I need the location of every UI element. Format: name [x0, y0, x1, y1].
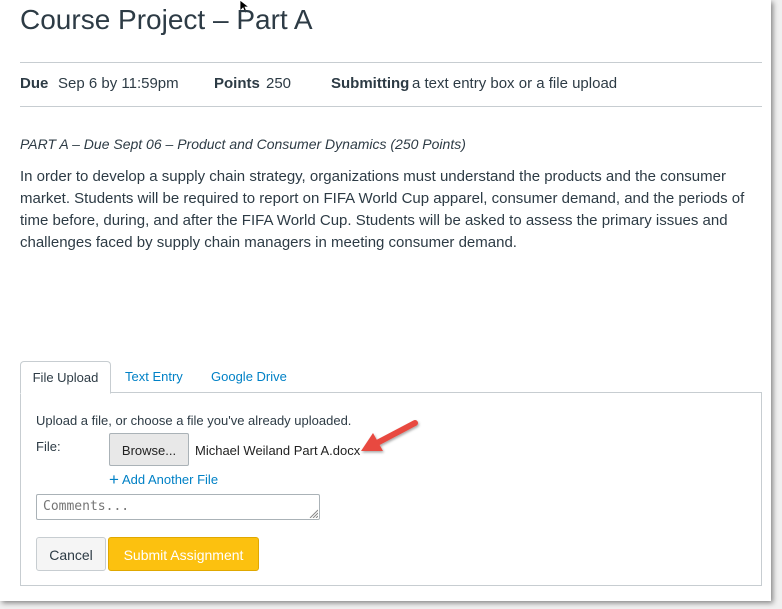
page-title: Course Project – Part A [20, 4, 313, 35]
tab-google-drive[interactable]: Google Drive [211, 361, 287, 392]
submitting-value: a text entry box or a file upload [412, 75, 618, 92]
plus-icon: + [109, 470, 119, 489]
resize-grip-icon[interactable] [308, 508, 318, 518]
add-another-file-label: Add Another File [121, 472, 219, 487]
divider-top [20, 62, 762, 63]
tab-text-entry[interactable]: Text Entry [125, 361, 183, 392]
due-value: Sep 6 by 11:59pm [58, 75, 179, 92]
annotation-arrow-icon [361, 420, 418, 451]
submit-assignment-button[interactable]: Submit Assignment [108, 537, 259, 571]
assignment-description: In order to develop a supply chain strat… [20, 168, 745, 251]
points-value: 250 [266, 75, 292, 92]
file-label: File: [36, 439, 61, 454]
comments-input[interactable] [36, 494, 320, 520]
add-another-file-link[interactable]: + Add Another File [109, 470, 218, 490]
assignment-page: Course Project – Part A Due Sep 6 by 11:… [0, 0, 771, 601]
cancel-button[interactable]: Cancel [36, 537, 106, 571]
selected-file-name: Michael Weiland Part A.docx [195, 443, 361, 458]
divider-bottom [20, 106, 762, 107]
browse-button[interactable]: Browse... [109, 433, 189, 466]
upload-hint: Upload a file, or choose a file you've a… [36, 413, 352, 428]
tab-file-upload[interactable]: File Upload [20, 361, 111, 394]
due-label: Due [20, 75, 49, 92]
assignment-subtitle: PART A – Due Sept 06 – Product and Consu… [20, 136, 466, 152]
points-label: Points [214, 75, 260, 92]
submitting-label: Submitting [331, 75, 410, 92]
